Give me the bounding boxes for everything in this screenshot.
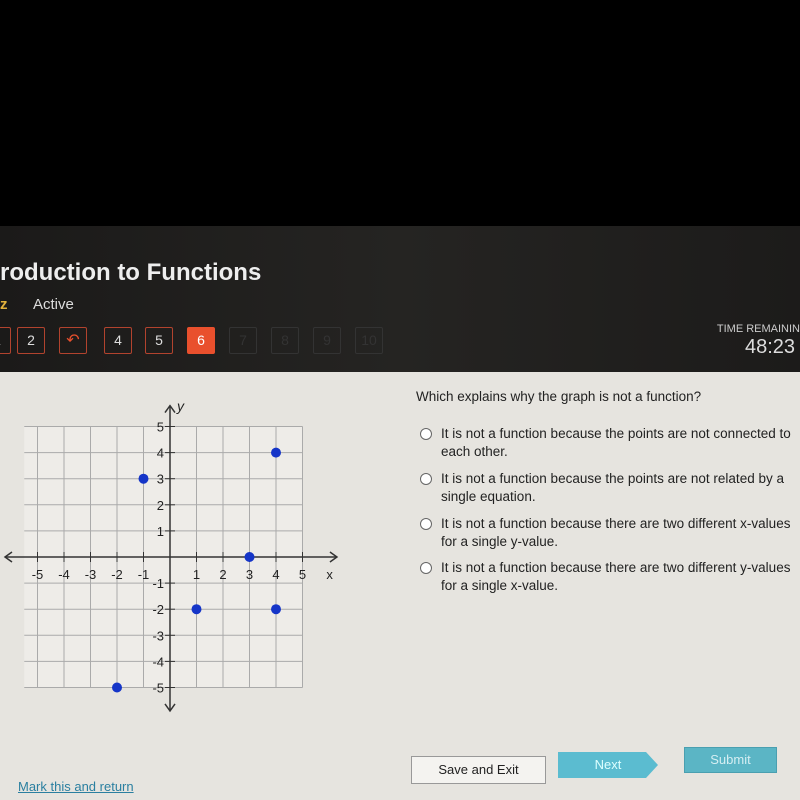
question-nav-2[interactable]: 2 — [17, 327, 45, 354]
timer: 48:23 — [745, 336, 796, 358]
x-tick-label: -5 — [32, 567, 44, 582]
x-tick-label: -1 — [138, 567, 150, 582]
x-tick-label: 5 — [299, 567, 306, 582]
radio-button[interactable] — [420, 428, 432, 440]
y-tick-label: -4 — [152, 654, 164, 669]
data-point — [271, 604, 281, 615]
question-nav-1[interactable]: 1 — [0, 327, 11, 354]
y-tick-label: 3 — [157, 472, 164, 487]
submit-button[interactable]: Submit — [684, 747, 777, 773]
y-axis-label: y — [176, 398, 185, 414]
question-nav-9: 9 — [313, 327, 341, 354]
question-nav-7: 7 — [229, 327, 257, 354]
x-axis-label: x — [326, 567, 333, 582]
question-nav-6[interactable]: 6 — [187, 327, 215, 354]
x-tick-label: -2 — [111, 567, 123, 582]
answer-option-1[interactable]: It is not a function because the points … — [420, 425, 800, 461]
radio-button[interactable] — [420, 518, 432, 530]
data-point — [112, 682, 122, 693]
next-button[interactable]: Next — [558, 752, 658, 778]
radio-button[interactable] — [420, 473, 432, 485]
y-tick-label: -3 — [152, 628, 164, 643]
data-point — [271, 447, 281, 458]
page-title: roduction to Functions — [0, 259, 262, 286]
x-tick-label: -4 — [58, 567, 70, 582]
question-nav-4[interactable]: 4 — [104, 327, 132, 354]
quiz-label: z — [0, 296, 8, 313]
answer-option-3[interactable]: It is not a function because there are t… — [420, 515, 800, 551]
question-nav-10: 10 — [355, 327, 383, 354]
x-tick-label: 2 — [219, 567, 226, 582]
coordinate-graph: -5 -4 -3 -2 -1 1 2 3 4 5 5 4 3 2 1 -1 -2 -3 -4 -5 x y — [3, 398, 339, 713]
mark-and-return-link[interactable]: Mark this and return — [18, 779, 134, 794]
data-point — [191, 604, 202, 615]
question-nav-8: 8 — [271, 327, 299, 354]
question-nav-5[interactable]: 5 — [145, 327, 173, 354]
x-tick-label: 1 — [193, 567, 200, 582]
answer-option-2[interactable]: It is not a function because the points … — [420, 470, 800, 506]
return-arrow-icon: ↶ — [66, 332, 80, 349]
time-remaining-label: TIME REMAININ — [716, 323, 800, 335]
x-tick-label: 4 — [272, 567, 279, 582]
y-tick-label: -2 — [152, 602, 164, 617]
y-tick-label: 2 — [157, 498, 164, 513]
y-tick-label: 1 — [157, 524, 164, 539]
answer-option-4[interactable]: It is not a function because there are t… — [420, 559, 800, 595]
y-tick-label: 5 — [157, 420, 164, 435]
y-tick-label: -1 — [152, 576, 164, 591]
save-and-exit-button[interactable]: Save and Exit — [411, 756, 546, 784]
status-label: Active — [33, 296, 74, 313]
x-tick-label: 3 — [246, 567, 253, 582]
radio-button[interactable] — [420, 562, 432, 574]
x-tick-label: -3 — [85, 567, 97, 582]
question-text: Which explains why the graph is not a fu… — [416, 389, 702, 404]
y-tick-label: 4 — [157, 446, 164, 461]
data-point — [244, 552, 255, 562]
y-tick-label: -5 — [152, 681, 164, 696]
data-point — [138, 473, 149, 484]
question-nav-flagged[interactable]: ↶ — [59, 327, 87, 354]
